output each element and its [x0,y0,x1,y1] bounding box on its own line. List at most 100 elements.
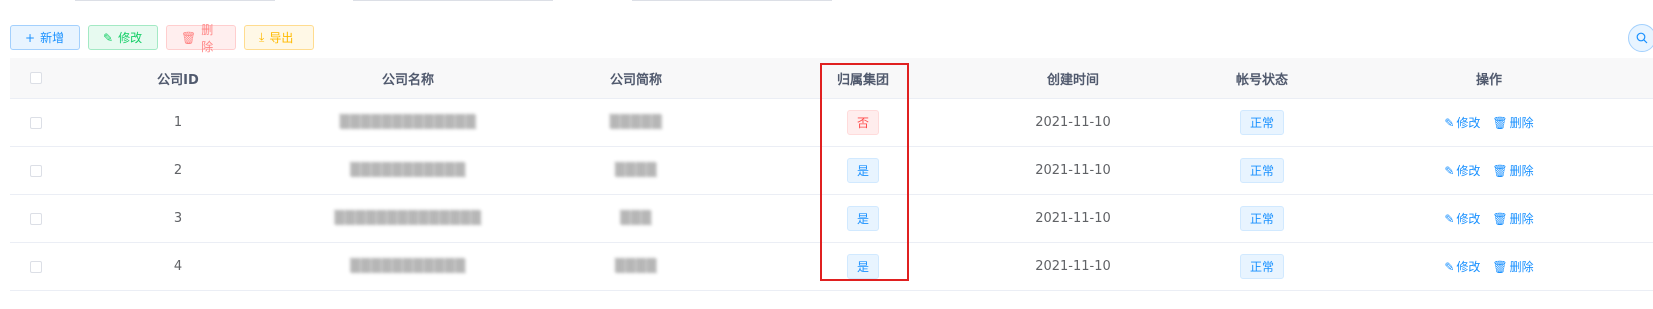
row-edit-link[interactable]: ✎ 修改 [1444,162,1480,179]
status-badge: 正常 [1240,110,1284,135]
cell-company-id: 4 [173,259,183,274]
row-delete-label: 删除 [1509,212,1534,226]
cell-company-id: 3 [173,211,183,226]
table-row: 4 ▒▒▒▒▒▒▒▒▒▒▒ ▒▒▒▒ 是 2021-11-10 正常 ✎ 修改 🗑… [10,243,1653,291]
cell-created-time: 2021-11-10 [1035,259,1111,274]
cell-created-time: 2021-11-10 [1035,163,1111,178]
cell-company-name: ▒▒▒▒▒▒▒▒▒▒▒▒▒▒ [334,211,482,226]
cell-company-name: ▒▒▒▒▒▒▒▒▒▒▒ [350,163,466,178]
status-badge: 正常 [1240,206,1284,231]
header-account-status[interactable]: 帐号状态 [1162,58,1362,98]
row-select-cell [10,147,62,194]
table-row: 3 ▒▒▒▒▒▒▒▒▒▒▒▒▒▒ ▒▒▒ 是 2021-11-10 正常 ✎ 修改… [10,195,1653,243]
edit-icon: ✎ [1444,211,1455,226]
header-company-short[interactable]: 公司简称 [536,58,736,98]
table-row: 2 ▒▒▒▒▒▒▒▒▒▒▒ ▒▒▒▒ 是 2021-11-10 正常 ✎ 修改 🗑… [10,147,1653,195]
cell-company-id: 1 [173,115,183,130]
row-delete-link[interactable]: 🗑 删除 [1492,210,1533,227]
download-icon: ⤓ [259,30,265,44]
cell-company-name: ▒▒▒▒▒▒▒▒▒▒▒▒▒ [339,115,477,130]
header-group[interactable]: 归属集团 [763,58,963,98]
cell-company-short: ▒▒▒ [620,211,652,226]
search-toggle-button[interactable] [1628,24,1653,52]
status-badge: 正常 [1240,254,1284,279]
row-checkbox[interactable] [30,212,42,225]
group-tag: 是 [847,158,879,183]
header-company-name[interactable]: 公司名称 [308,58,508,98]
row-edit-link[interactable]: ✎ 修改 [1444,258,1480,275]
row-edit-link[interactable]: ✎ 修改 [1444,210,1480,227]
cell-actions: ✎ 修改 🗑 删除 [1389,243,1589,290]
toolbar: + 新增 ✎ 修改 🗑 删除 ⤓ 导出 [10,23,314,54]
cell-actions: ✎ 修改 🗑 删除 [1389,147,1589,194]
filter-field-edge [353,0,553,1]
plus-icon: + [25,30,36,45]
company-table: 公司ID 公司名称 公司简称 归属集团 创建时间 帐号状态 操作 1 ▒▒▒▒▒… [10,58,1653,291]
cell-group: 是 [763,147,963,194]
delete-button-label: 删除 [201,22,214,54]
cell-group: 否 [763,99,963,146]
row-select-cell [10,243,62,290]
cell-actions: ✎ 修改 🗑 删除 [1389,99,1589,146]
cell-status: 正常 [1162,147,1362,194]
cell-company-short: ▒▒▒▒ [615,259,657,274]
row-edit-label: 修改 [1456,260,1481,274]
cell-created-time: 2021-11-10 [1035,115,1111,130]
cell-company-short: ▒▒▒▒ [615,163,657,178]
cell-group: 是 [763,243,963,290]
cell-status: 正常 [1162,195,1362,242]
row-checkbox[interactable] [30,164,42,177]
row-delete-label: 删除 [1509,116,1534,130]
table-header-row: 公司ID 公司名称 公司简称 归属集团 创建时间 帐号状态 操作 [10,58,1653,99]
group-tag: 是 [847,254,879,279]
table-row: 1 ▒▒▒▒▒▒▒▒▒▒▒▒▒ ▒▒▒▒▒ 否 2021-11-10 正常 ✎ 修… [10,99,1653,147]
export-button[interactable]: ⤓ 导出 [244,25,314,50]
row-edit-label: 修改 [1456,164,1481,178]
status-badge: 正常 [1240,158,1284,183]
trash-icon: 🗑 [1492,163,1508,178]
search-icon [1636,32,1648,44]
edit-icon: ✎ [103,30,114,45]
row-edit-label: 修改 [1456,116,1481,130]
edit-button-label: 修改 [118,31,143,45]
row-delete-label: 删除 [1509,260,1534,274]
row-checkbox[interactable] [30,260,42,273]
group-tag: 是 [847,206,879,231]
cell-actions: ✎ 修改 🗑 删除 [1389,195,1589,242]
cell-company-name: ▒▒▒▒▒▒▒▒▒▒▒ [350,259,466,274]
edit-button[interactable]: ✎ 修改 [88,25,158,50]
row-edit-label: 修改 [1456,212,1481,226]
add-button[interactable]: + 新增 [10,25,80,50]
select-all-cell [10,58,62,98]
header-actions: 操作 [1475,72,1502,88]
row-delete-link[interactable]: 🗑 删除 [1492,258,1533,275]
delete-button[interactable]: 🗑 删除 [166,23,236,54]
trash-icon: 🗑 [181,30,197,45]
edit-icon: ✎ [1444,259,1455,274]
filter-field-edge [75,0,275,1]
cell-group: 是 [763,195,963,242]
row-delete-link[interactable]: 🗑 删除 [1492,162,1533,179]
edit-icon: ✎ [1444,115,1455,130]
export-button-label: 导出 [269,31,294,45]
row-checkbox[interactable] [30,116,42,129]
trash-icon: 🗑 [1492,211,1508,226]
row-delete-link[interactable]: 🗑 删除 [1492,114,1533,131]
header-company-id[interactable]: 公司ID [78,58,278,98]
edit-icon: ✎ [1444,163,1455,178]
cell-company-short: ▒▒▒▒▒ [609,115,663,130]
cell-status: 正常 [1162,243,1362,290]
trash-icon: 🗑 [1492,115,1508,130]
group-tag: 否 [847,110,879,135]
select-all-checkbox[interactable] [30,72,42,84]
add-button-label: 新增 [40,31,65,45]
filter-field-edge [632,0,832,1]
row-edit-link[interactable]: ✎ 修改 [1444,114,1480,131]
trash-icon: 🗑 [1492,259,1508,274]
header-created-time[interactable]: 创建时间 [973,58,1173,98]
cell-company-id: 2 [173,163,183,178]
row-select-cell [10,195,62,242]
cell-created-time: 2021-11-10 [1035,211,1111,226]
row-select-cell [10,99,62,146]
cell-status: 正常 [1162,99,1362,146]
